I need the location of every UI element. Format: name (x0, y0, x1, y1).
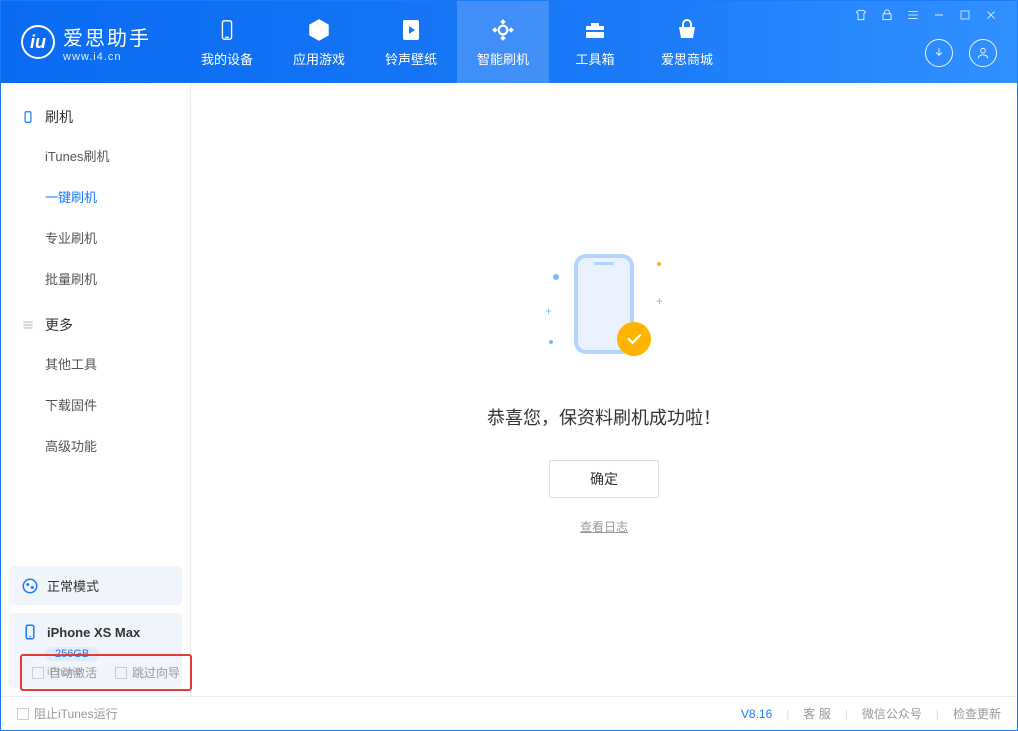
sidebar-group: 刷机 iTunes刷机一键刷机专业刷机批量刷机 (1, 95, 190, 303)
checkbox-icon (32, 667, 44, 679)
header-right (845, 1, 1007, 83)
check-badge-icon (617, 322, 651, 356)
maximize-button[interactable] (957, 7, 973, 23)
sidebar: 刷机 iTunes刷机一键刷机专业刷机批量刷机更多其他工具下载固件高级功能 正常模… (1, 83, 191, 696)
ok-button[interactable]: 确定 (549, 460, 659, 498)
sparkle-icon (553, 274, 559, 280)
flash-icon (490, 17, 516, 43)
checkbox-icon (17, 708, 29, 720)
footer-right: V8.16 | 客 服 | 微信公众号 | 检查更新 (741, 705, 1001, 722)
status-card[interactable]: 正常模式 (9, 566, 182, 605)
lock-icon[interactable] (879, 7, 895, 23)
sidebar-group-title: 更多 (1, 315, 190, 343)
ringtones-icon (398, 17, 424, 43)
sidebar-item-other[interactable]: 其他工具 (1, 343, 190, 384)
sidebar-group-label: 更多 (45, 315, 73, 335)
header-action-icons (925, 39, 1007, 83)
nav-tab-toolbox[interactable]: 工具箱 (549, 1, 641, 83)
minimize-button[interactable] (931, 7, 947, 23)
nav-tab-flash[interactable]: 智能刷机 (457, 1, 549, 83)
main-nav: 我的设备 应用游戏 铃声壁纸 智能刷机 工具箱 爱思商城 (181, 1, 733, 83)
nav-label: 我的设备 (201, 49, 253, 68)
sparkle-icon: + (656, 294, 663, 308)
app-name: 爱思助手 (63, 22, 151, 51)
sparkle-icon (549, 340, 553, 344)
nav-label: 爱思商城 (661, 49, 713, 68)
close-button[interactable] (983, 7, 999, 23)
menu-icon (21, 318, 35, 332)
device-name: iPhone XS Max (47, 625, 140, 640)
sparkle-icon (657, 262, 661, 266)
nav-tab-ringtones[interactable]: 铃声壁纸 (365, 1, 457, 83)
auto-activate-label: 自动激活 (49, 664, 97, 681)
toolbox-icon (582, 17, 608, 43)
separator: | (936, 707, 939, 721)
sidebar-item-batch[interactable]: 批量刷机 (1, 258, 190, 299)
nav-tab-apps[interactable]: 应用游戏 (273, 1, 365, 83)
sidebar-item-firmware[interactable]: 下载固件 (1, 384, 190, 425)
sidebar-item-itunes[interactable]: iTunes刷机 (1, 135, 190, 176)
device-icon (214, 17, 240, 43)
download-button[interactable] (925, 39, 953, 67)
nav-label: 智能刷机 (477, 49, 529, 68)
sidebar-item-pro[interactable]: 专业刷机 (1, 217, 190, 258)
logo-text: 爱思助手 www.i4.cn (63, 22, 151, 63)
shirt-icon[interactable] (853, 7, 869, 23)
status-label: 正常模式 (47, 576, 99, 595)
version-label: V8.16 (741, 707, 772, 721)
wechat-link[interactable]: 微信公众号 (862, 705, 922, 722)
nav-label: 工具箱 (575, 49, 614, 68)
update-link[interactable]: 检查更新 (953, 705, 1001, 722)
success-illustration: + + (539, 244, 669, 374)
header: iu 爱思助手 www.i4.cn 我的设备 应用游戏 铃声壁纸 智能刷机 工具箱 爱思商… (1, 1, 1017, 83)
success-panel: + + 恭喜您，保资料刷机成功啦！ 确定 查看日志 (191, 83, 1017, 696)
flash-options-highlight: 自动激活 跳过向导 (20, 654, 192, 691)
menu-icon[interactable] (905, 7, 921, 23)
view-log-link[interactable]: 查看日志 (580, 518, 628, 535)
sidebar-scroll: 刷机 iTunes刷机一键刷机专业刷机批量刷机更多其他工具下载固件高级功能 (1, 83, 190, 558)
separator: | (845, 707, 848, 721)
sidebar-group: 更多其他工具下载固件高级功能 (1, 303, 190, 470)
footer: 阻止iTunes运行 V8.16 | 客 服 | 微信公众号 | 检查更新 (1, 696, 1017, 730)
checkbox-icon (115, 667, 127, 679)
app-window: iu 爱思助手 www.i4.cn 我的设备 应用游戏 铃声壁纸 智能刷机 工具箱 爱思商… (0, 0, 1018, 731)
apps-icon (306, 17, 332, 43)
block-itunes-checkbox[interactable]: 阻止iTunes运行 (17, 705, 118, 722)
logo[interactable]: iu 爱思助手 www.i4.cn (1, 22, 181, 63)
device-name-row: iPhone XS Max (21, 623, 170, 641)
sidebar-item-advanced[interactable]: 高级功能 (1, 425, 190, 466)
skip-guide-label: 跳过向导 (132, 664, 180, 681)
nav-tab-store[interactable]: 爱思商城 (641, 1, 733, 83)
sparkle-icon: + (545, 304, 552, 318)
main-content: + + 恭喜您，保资料刷机成功啦！ 确定 查看日志 (191, 83, 1017, 696)
device-phone-icon (21, 623, 39, 641)
window-controls (845, 1, 1007, 29)
status-icon (21, 577, 39, 595)
phone-icon (21, 110, 35, 124)
nav-tab-device[interactable]: 我的设备 (181, 1, 273, 83)
sidebar-item-oneclick[interactable]: 一键刷机 (1, 176, 190, 217)
nav-label: 铃声壁纸 (385, 49, 437, 68)
separator: | (786, 707, 789, 721)
auto-activate-checkbox[interactable]: 自动激活 (32, 664, 97, 681)
sidebar-group-title: 刷机 (1, 107, 190, 135)
app-url: www.i4.cn (63, 51, 151, 63)
logo-icon: iu (21, 25, 55, 59)
user-button[interactable] (969, 39, 997, 67)
skip-guide-checkbox[interactable]: 跳过向导 (115, 664, 180, 681)
support-link[interactable]: 客 服 (803, 705, 830, 722)
nav-label: 应用游戏 (293, 49, 345, 68)
sidebar-group-label: 刷机 (45, 107, 73, 127)
body: 刷机 iTunes刷机一键刷机专业刷机批量刷机更多其他工具下载固件高级功能 正常模… (1, 83, 1017, 696)
store-icon (674, 17, 700, 43)
block-itunes-label: 阻止iTunes运行 (34, 705, 118, 722)
success-title: 恭喜您，保资料刷机成功啦！ (487, 404, 721, 430)
